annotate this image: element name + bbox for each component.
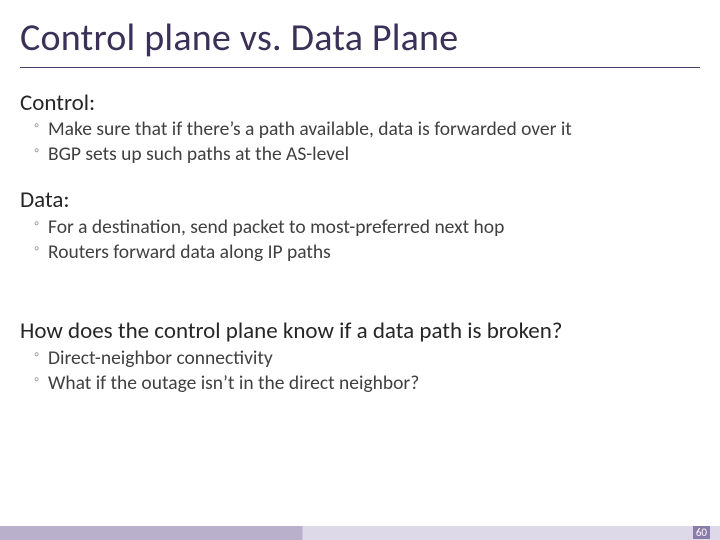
list-item: What if the outage isn’t in the direct n… [34,371,700,396]
list-item: Direct-neighbor connectivity [34,346,700,371]
bullet-list-control: Make sure that if there’s a path availab… [20,117,700,167]
bullet-list-question: Direct-neighbor connectivity What if the… [20,346,700,396]
list-item: For a destination, send packet to most-p… [34,215,700,240]
slide: Control plane vs. Data Plane Control: Ma… [0,0,720,540]
slide-title: Control plane vs. Data Plane [20,18,700,68]
page-number: 60 [693,526,710,539]
list-item: BGP sets up such paths at the AS-level [34,142,700,167]
footer-bar [0,526,720,540]
list-item: Routers forward data along IP paths [34,240,700,265]
list-item: Make sure that if there’s a path availab… [34,117,700,142]
section-heading-data: Data: [20,187,700,213]
section-heading-control: Control: [20,90,700,116]
bullet-list-data: For a destination, send packet to most-p… [20,215,700,265]
section-heading-question: How does the control plane know if a dat… [20,318,700,344]
